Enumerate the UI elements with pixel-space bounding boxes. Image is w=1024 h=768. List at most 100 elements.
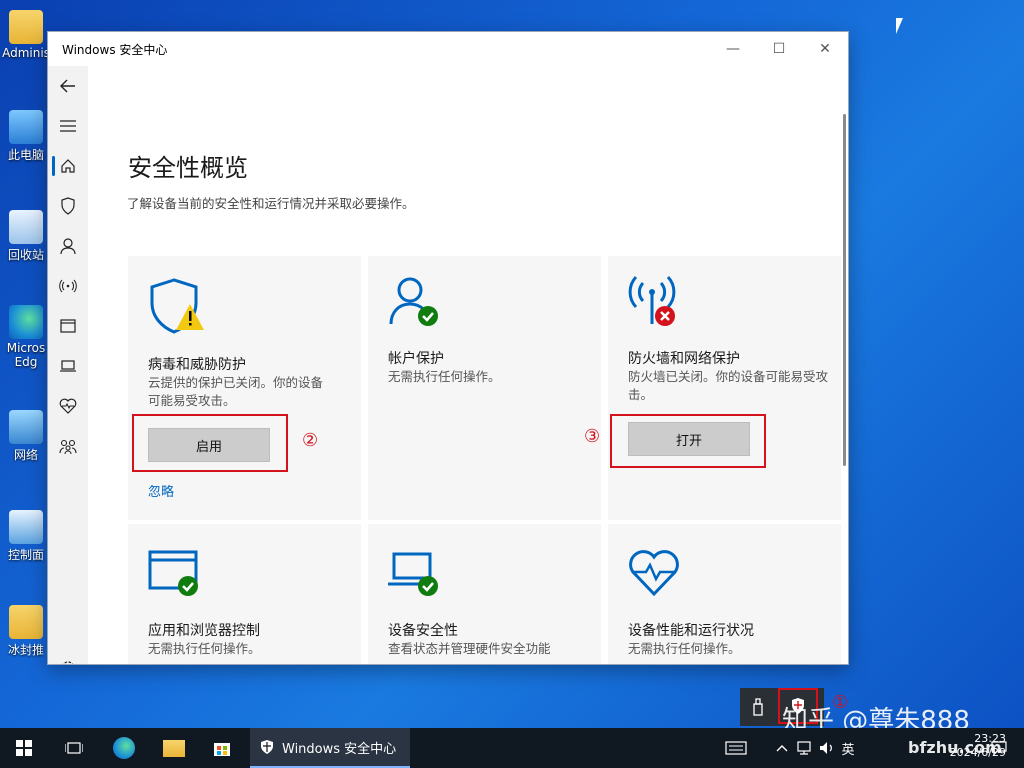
start-button[interactable]: [0, 728, 48, 768]
volume-icon: [820, 742, 832, 754]
edge-icon: [9, 305, 43, 339]
annotation-marker-3: ③: [584, 426, 601, 447]
card-description: 无需执行任何操作。: [388, 369, 501, 384]
menu-button[interactable]: [48, 106, 88, 146]
heart-pulse-icon: [59, 398, 77, 414]
sidebar-item-account[interactable]: [48, 226, 88, 266]
desktop-icon-network[interactable]: 网络: [0, 410, 52, 463]
desktop-icon-admin[interactable]: Adminis: [0, 10, 52, 60]
network-status[interactable]: [794, 728, 814, 768]
scrollbar[interactable]: [843, 114, 846, 466]
input-method[interactable]: 英: [838, 728, 858, 768]
card-description: 云提供的保护已关闭。你的设备可能易受攻击。: [148, 375, 324, 408]
sidebar-item-device-health[interactable]: [48, 386, 88, 426]
sidebar-item-app-browser[interactable]: [48, 306, 88, 346]
taskbar-keyboard[interactable]: [722, 728, 750, 768]
card-description: 查看状态并管理硬件安全功能: [388, 641, 551, 656]
edge-icon: [113, 737, 135, 759]
taskbar-file-explorer[interactable]: [150, 728, 198, 768]
tray-expand-button[interactable]: [772, 728, 792, 768]
shield-icon: [61, 197, 75, 215]
highlight-turn-on-box: [610, 414, 766, 468]
desktop-icon-control-panel[interactable]: 控制面: [0, 510, 52, 563]
sidebar-item-virus-protection[interactable]: [48, 186, 88, 226]
laptop-icon: [60, 360, 76, 372]
taskbar-security-center[interactable]: Windows 安全中心: [250, 728, 410, 768]
desktop-icon-recycle-bin[interactable]: 回收站: [0, 210, 52, 263]
sidebar-item-home[interactable]: [48, 146, 88, 186]
network-icon: [797, 741, 811, 755]
card-title: 设备安全性: [388, 623, 458, 639]
dismiss-link[interactable]: 忽略: [148, 481, 174, 500]
settings-button[interactable]: [48, 648, 88, 664]
back-button[interactable]: [48, 66, 88, 106]
taskbar: Windows 安全中心 英 23:23 2024/6/29: [0, 728, 1024, 768]
desktop-icon-label: 回收站: [7, 248, 44, 262]
card-description: 防火墙已关闭。你的设备可能易受攻击。: [628, 369, 829, 402]
desktop-icon-edge[interactable]: Micros Edg: [0, 305, 52, 369]
card-virus-protection[interactable]: 病毒和威胁防护 云提供的保护已关闭。你的设备可能易受攻击。 启用 忽略: [128, 256, 361, 520]
store-icon: [214, 743, 230, 756]
desktop-icon-label: 此电脑: [7, 148, 44, 162]
windows-logo-icon: [16, 740, 32, 756]
laptop-check-icon: [388, 552, 438, 596]
page-title: 安全性概览: [128, 154, 248, 182]
maximize-button[interactable]: ☐: [756, 32, 802, 66]
folder-icon: [9, 605, 43, 639]
window-title: Windows 安全中心: [62, 42, 168, 57]
title-bar[interactable]: Windows 安全中心 — ☐ ✕: [48, 32, 848, 66]
page-subtitle: 了解设备当前的安全性和运行情况并采取必要操作。: [127, 196, 415, 211]
browser-window-icon: [60, 319, 76, 333]
wireless-icon: [59, 279, 77, 293]
highlight-enable-box: [132, 414, 288, 472]
card-account-protection[interactable]: 帐户保护 无需执行任何操作。: [368, 256, 601, 520]
main-content: 安全性概览 了解设备当前的安全性和运行情况并采取必要操作。 病毒和威胁防护 云提…: [88, 66, 848, 664]
sidebar: [48, 66, 88, 664]
card-app-browser-control[interactable]: 应用和浏览器控制 无需执行任何操作。: [128, 524, 361, 664]
close-button[interactable]: ✕: [802, 32, 848, 66]
browser-check-icon: [148, 550, 198, 596]
taskbar-edge[interactable]: [100, 728, 148, 768]
taskbar-store[interactable]: [198, 728, 246, 768]
desktop-icon-label: 控制面: [7, 548, 44, 562]
desktop-icon-folder[interactable]: 冰封推: [0, 605, 52, 658]
chevron-up-icon: [776, 745, 788, 752]
card-description: 无需执行任何操作。: [148, 641, 261, 656]
volume-control[interactable]: [816, 728, 838, 768]
control-panel-icon: [9, 510, 43, 544]
card-firewall-protection[interactable]: 防火墙和网络保护 防火墙已关闭。你的设备可能易受攻击。 打开: [608, 256, 841, 520]
folder-icon: [163, 739, 185, 757]
recycle-bin-icon: [9, 210, 43, 244]
card-title: 病毒和威胁防护: [148, 357, 246, 373]
gear-icon: [62, 661, 74, 664]
watermark-site: bfzhu.com: [908, 738, 1002, 757]
annotation-marker-2: ②: [302, 430, 319, 451]
taskbar-app-label: Windows 安全中心: [282, 741, 397, 757]
person-icon: [60, 238, 76, 255]
family-icon: [59, 439, 77, 454]
desktop-icon-label: 冰封推: [7, 643, 44, 657]
sidebar-item-family[interactable]: [48, 426, 88, 466]
back-arrow-icon: [60, 79, 75, 93]
person-check-icon: [389, 277, 438, 326]
antenna-error-icon: [628, 275, 676, 326]
folder-icon: [9, 10, 43, 44]
shield-warning-icon: [150, 278, 204, 334]
card-device-security[interactable]: 设备安全性 查看状态并管理硬件安全功能: [368, 524, 601, 664]
task-view-button[interactable]: [50, 728, 98, 768]
sidebar-item-firewall[interactable]: [48, 266, 88, 306]
network-icon: [9, 410, 43, 444]
minimize-button[interactable]: —: [710, 32, 756, 66]
card-title: 防火墙和网络保护: [628, 351, 740, 367]
desktop-icon-label: Adminis: [2, 46, 50, 60]
card-description: 无需执行任何操作。: [628, 641, 741, 656]
card-device-health[interactable]: 设备性能和运行状况 无需执行任何操作。: [608, 524, 841, 664]
hamburger-icon: [60, 120, 76, 132]
sidebar-item-device-security[interactable]: [48, 346, 88, 386]
keyboard-icon: [725, 741, 747, 755]
desktop-icon-this-pc[interactable]: 此电脑: [0, 110, 52, 163]
home-icon: [61, 159, 75, 173]
desktop-icon-label: Micros Edg: [6, 341, 46, 369]
heart-pulse-icon: [629, 550, 679, 596]
mouse-cursor-icon: [896, 18, 903, 34]
